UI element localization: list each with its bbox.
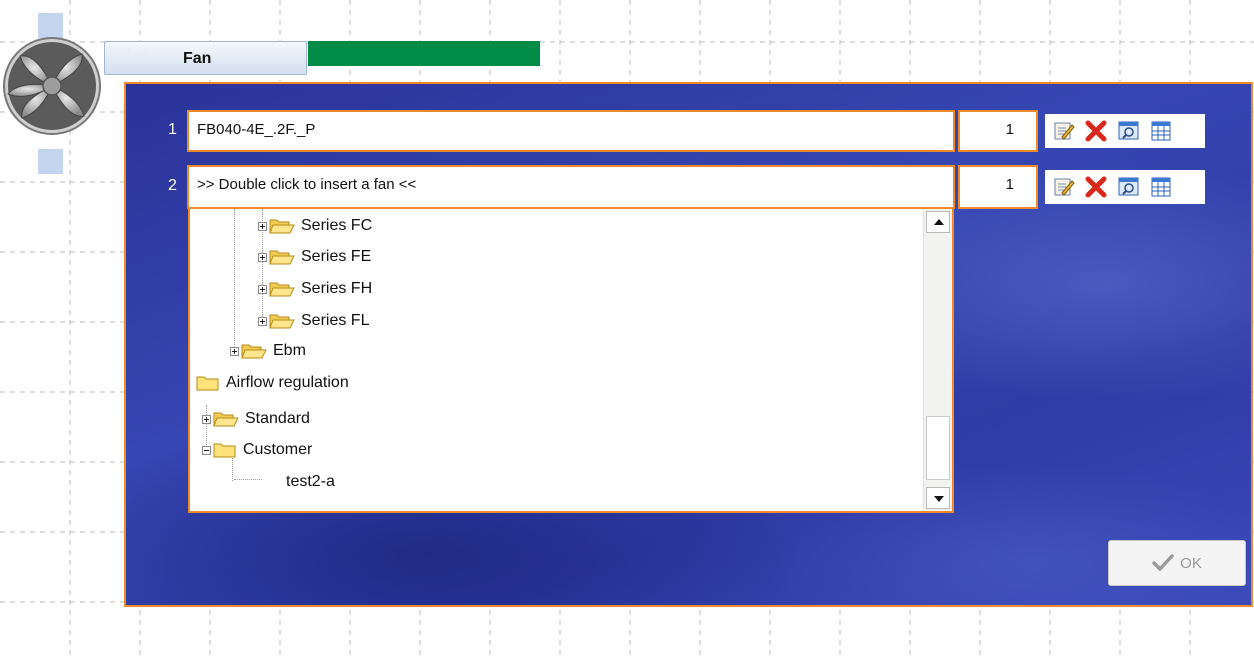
tree-item[interactable]: Series FC bbox=[258, 214, 372, 238]
grid-icon[interactable] bbox=[1150, 176, 1172, 198]
tree-item-label: Customer bbox=[243, 441, 313, 458]
search-icon[interactable] bbox=[1117, 176, 1141, 198]
scroll-down-button[interactable] bbox=[926, 487, 950, 509]
checkmark-icon bbox=[1152, 554, 1174, 571]
delete-icon[interactable] bbox=[1084, 119, 1108, 143]
folder-icon bbox=[269, 282, 295, 297]
tree-item-label: Airflow regulation bbox=[226, 374, 349, 391]
fan-insert-field[interactable]: >> Double click to insert a fan << bbox=[187, 165, 955, 209]
connector-handle-top[interactable] bbox=[38, 13, 63, 38]
fan-icon bbox=[3, 37, 101, 135]
edit-icon[interactable] bbox=[1053, 176, 1075, 198]
tree-item[interactable]: Customer bbox=[202, 438, 312, 462]
tree-item-label: Ebm bbox=[273, 342, 306, 359]
row-toolbar bbox=[1045, 170, 1205, 204]
folder-icon bbox=[241, 344, 267, 359]
ok-button[interactable]: OK bbox=[1108, 540, 1246, 586]
tree-item[interactable]: Series FH bbox=[258, 277, 372, 301]
edit-icon[interactable] bbox=[1053, 120, 1075, 142]
expand-toggle-icon[interactable] bbox=[230, 346, 239, 356]
tree-item-label: Series FC bbox=[301, 217, 373, 234]
tree-item[interactable]: Ebm bbox=[230, 339, 306, 363]
expand-toggle-icon[interactable] bbox=[202, 414, 211, 424]
tree-item-label: test2-a bbox=[286, 473, 335, 490]
search-icon[interactable] bbox=[1117, 120, 1141, 142]
connector-handle-bottom[interactable] bbox=[38, 149, 63, 174]
delete-icon[interactable] bbox=[1084, 175, 1108, 199]
tree-item[interactable]: test2-a bbox=[286, 470, 335, 494]
folder-icon bbox=[213, 443, 236, 458]
tree-item-label: Series FE bbox=[301, 248, 372, 265]
expand-toggle-icon[interactable] bbox=[258, 221, 267, 231]
tree-item-label: Standard bbox=[245, 410, 310, 427]
tree-item[interactable]: Series FL bbox=[258, 309, 369, 333]
quantity-field[interactable]: 1 bbox=[958, 110, 1038, 152]
expand-toggle-icon[interactable] bbox=[258, 316, 267, 326]
tree-item[interactable]: Airflow regulation bbox=[196, 371, 349, 395]
tree-item-label: Series FH bbox=[301, 280, 373, 297]
fan-model-field[interactable]: FB040-4E_.2F._P bbox=[187, 110, 955, 152]
quantity-field[interactable]: 1 bbox=[958, 165, 1038, 209]
tree-item-label: Series FL bbox=[301, 312, 370, 329]
grid-icon[interactable] bbox=[1150, 120, 1172, 142]
row-number: 1 bbox=[168, 121, 177, 138]
fan-node-header[interactable]: Fan ... Fan bbox=[104, 41, 307, 75]
tree-item[interactable]: Series FE bbox=[258, 245, 371, 269]
tree-scrollbar[interactable] bbox=[923, 209, 952, 511]
fan-selection-panel: 1 FB040-4E_.2F._P 1 2 >> Double click to… bbox=[124, 82, 1253, 607]
folder-icon bbox=[269, 314, 295, 329]
status-bar bbox=[308, 41, 540, 66]
expand-toggle-icon[interactable] bbox=[258, 284, 267, 294]
folder-icon bbox=[213, 412, 239, 427]
folder-icon bbox=[196, 376, 219, 391]
folder-icon bbox=[269, 250, 295, 265]
fan-node-title: Fan bbox=[183, 50, 212, 67]
row-toolbar bbox=[1045, 114, 1205, 148]
ok-button-label: OK bbox=[1180, 554, 1202, 572]
expand-toggle-icon[interactable] bbox=[258, 252, 267, 262]
fan-tree-dropdown[interactable]: Series FC Series FE Series FH Series FL … bbox=[188, 207, 954, 513]
scroll-up-button[interactable] bbox=[926, 211, 950, 233]
collapse-toggle-icon[interactable] bbox=[202, 445, 211, 455]
tree-item[interactable]: Standard bbox=[202, 407, 310, 431]
scroll-thumb[interactable] bbox=[926, 416, 950, 480]
folder-icon bbox=[269, 219, 295, 234]
row-number: 2 bbox=[168, 177, 177, 194]
fan-node-ghost-label: Fan ... bbox=[127, 46, 162, 60]
